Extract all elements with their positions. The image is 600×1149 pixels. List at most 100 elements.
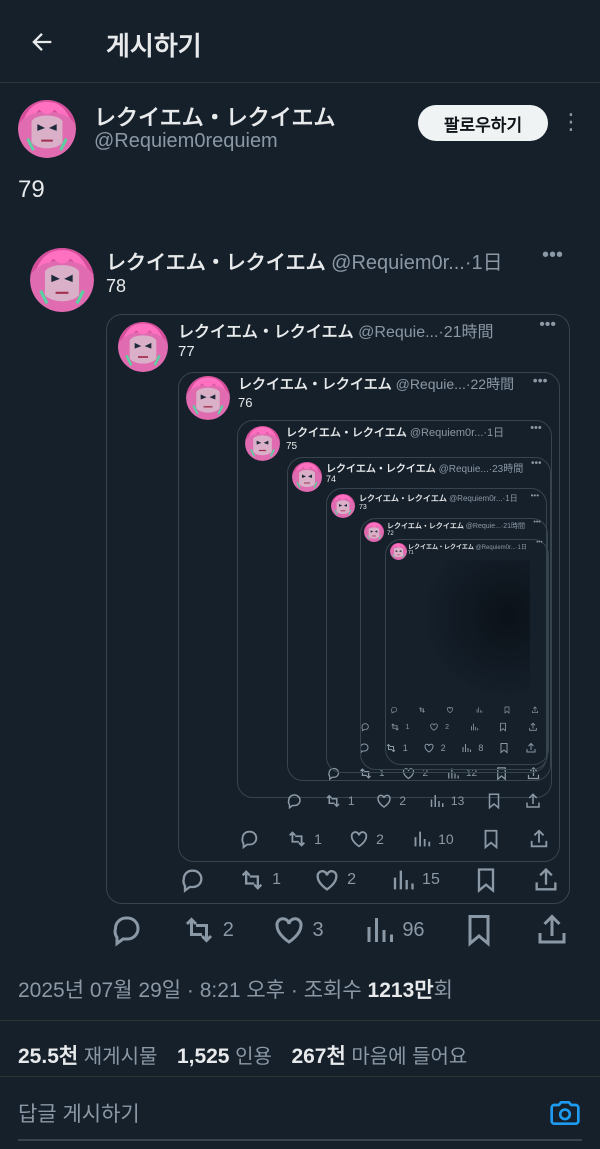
share-icon[interactable] (524, 792, 542, 810)
quote-author-handle[interactable]: @Requie... (358, 324, 438, 341)
reply-icon[interactable] (360, 722, 370, 732)
heart-icon[interactable]: 2 (313, 866, 356, 894)
author-handle[interactable]: @Requiem0requiem (94, 130, 278, 153)
repost-icon[interactable]: 1 (238, 866, 281, 894)
bar-chart-icon[interactable] (475, 706, 483, 714)
bookmark-icon[interactable] (472, 866, 500, 894)
quote-text: 71 (408, 550, 414, 556)
quote-author[interactable]: レクイエム・レクイエム @Requie...·21時間 (387, 521, 525, 531)
quote-avatar[interactable] (245, 426, 280, 461)
quote-author-handle[interactable]: @Requie... (396, 376, 466, 392)
quote-author-name[interactable]: レクイエム・レクイエム (178, 324, 358, 341)
more-dots-icon[interactable]: ••• (539, 316, 556, 334)
arrow-left-icon (32, 33, 52, 51)
action-bar: 1 2 10 (238, 828, 550, 850)
quote-avatar[interactable] (390, 543, 407, 560)
quote-author[interactable]: レクイエム・レクイエム @Requie...·21時間 (178, 318, 494, 342)
heart-icon[interactable] (446, 706, 454, 714)
quote-avatar[interactable] (331, 494, 355, 518)
views-count: 13 (450, 794, 465, 808)
quote-time: ·23時間 (488, 464, 524, 475)
bar-chart-icon[interactable]: 10 (410, 828, 454, 850)
reposts-count[interactable]: 25.5천 (18, 1045, 78, 1068)
more-dots-icon[interactable]: ••• (531, 458, 542, 469)
quote-author[interactable]: レクイエム・レクイエム @Requiem0r...·1日 (408, 542, 527, 551)
more-dots-icon[interactable]: ••• (542, 244, 563, 267)
bookmark-icon[interactable] (485, 792, 503, 810)
more-dots-icon[interactable]: ••• (530, 422, 542, 434)
share-icon[interactable] (528, 828, 550, 850)
reply-icon[interactable] (285, 792, 303, 810)
quote-author-handle[interactable]: @Requiem0r... (331, 252, 465, 274)
quote-author-name[interactable]: レクイエム・レクイエム (387, 523, 466, 530)
quote-author-name[interactable]: レクイエム・レクイエム (286, 427, 410, 439)
reply-icon[interactable] (238, 828, 260, 850)
heart-icon[interactable]: 2 (348, 828, 384, 850)
follow-button[interactable]: 팔로우하기 (418, 105, 548, 141)
quote-author-handle[interactable]: @Requiem0r... (410, 427, 484, 439)
bookmark-icon[interactable] (503, 706, 511, 714)
quote-avatar[interactable] (30, 248, 94, 312)
heart-icon[interactable]: 2 (375, 792, 406, 810)
reply-icon[interactable] (390, 706, 398, 714)
reposts-label[interactable]: 재게시물 (84, 1046, 158, 1068)
quote-time: ·1日 (502, 494, 518, 503)
quotes-count[interactable]: 1,525 (177, 1045, 230, 1068)
reply-icon[interactable] (178, 866, 206, 894)
quote-author-name[interactable]: レクイエム・レクイエム (238, 376, 396, 392)
bar-chart-icon[interactable]: 15 (388, 866, 440, 894)
reply-icon[interactable] (108, 912, 144, 948)
quote-author-handle[interactable]: @Requiem0r... (449, 494, 502, 503)
quote-author-name[interactable]: レクイエム・レクイエム (326, 464, 439, 475)
bookmark-icon[interactable] (480, 828, 502, 850)
view-suffix: 회 (433, 979, 453, 1002)
quote-author-name[interactable]: レクイエム・レクイエム (359, 494, 449, 503)
heart-icon[interactable]: 3 (271, 912, 324, 948)
author-name[interactable]: レクイエム・レクイエム (94, 100, 336, 132)
quote-text: 77 (178, 343, 195, 360)
reply-input[interactable]: 답글 게시하기 (18, 1098, 140, 1128)
back-button[interactable] (22, 22, 62, 62)
quote-author-handle[interactable]: @Requie... (439, 464, 489, 475)
action-bar: 1 2 13 (285, 792, 542, 810)
like-count: 3 (312, 918, 324, 941)
more-dots-icon[interactable]: ••• (533, 372, 548, 388)
quote-avatar[interactable] (186, 376, 230, 420)
quote-author[interactable]: レクイエム・レクイエム @Requiem0r...·1日 (106, 246, 503, 275)
quote-author[interactable]: レクイエム・レクイエム @Requie...·23時間 (326, 460, 523, 475)
quote-text: 73 (359, 504, 367, 511)
action-bar (390, 706, 539, 714)
quote-author-handle[interactable]: @Requiem0r... (476, 545, 516, 551)
share-icon[interactable] (532, 866, 560, 894)
quote-author-handle[interactable]: @Requie... (466, 523, 501, 530)
more-dots-icon[interactable]: ••• (533, 519, 540, 526)
more-dots-icon[interactable]: ⋮ (556, 110, 584, 138)
post-timestamp: 2025년 07월 29일 · 8:21 오후 · 조회수 1213만회 (18, 974, 453, 1004)
more-dots-icon[interactable]: ••• (531, 491, 539, 500)
camera-icon[interactable] (549, 1097, 581, 1129)
quote-avatar[interactable] (292, 462, 322, 492)
repost-icon[interactable]: 2 (181, 912, 234, 948)
bookmark-icon[interactable] (461, 912, 497, 948)
share-icon[interactable] (531, 706, 539, 714)
quote-author-name[interactable]: レクイエム・レクイエム (408, 545, 476, 551)
quote-author-name[interactable]: レクイエム・レクイエム (106, 252, 331, 274)
quote-author[interactable]: レクイエム・レクイエム @Requie...·22時間 (238, 374, 514, 394)
repost-icon[interactable]: 1 (324, 792, 355, 810)
quote-avatar[interactable] (118, 322, 168, 372)
repost-icon[interactable]: 1 (286, 828, 322, 850)
bar-chart-icon[interactable]: 13 (427, 792, 464, 810)
quote-author[interactable]: レクイエム・レクイエム @Requiem0r...·1日 (286, 424, 504, 440)
quote-text: 76 (238, 395, 253, 410)
author-avatar[interactable] (18, 100, 76, 158)
share-icon[interactable] (534, 912, 570, 948)
likes-label[interactable]: 마음에 들어요 (351, 1046, 467, 1068)
more-dots-icon[interactable]: ••• (536, 540, 542, 546)
repost-icon[interactable] (418, 706, 426, 714)
quote-author[interactable]: レクイエム・レクイエム @Requiem0r...·1日 (359, 493, 518, 504)
quotes-label[interactable]: 인용 (235, 1046, 272, 1068)
bar-chart-icon[interactable]: 96 (360, 912, 425, 948)
likes-count[interactable]: 267천 (291, 1045, 345, 1068)
quote-avatar[interactable] (364, 522, 384, 542)
quote-text: 74 (326, 474, 337, 484)
